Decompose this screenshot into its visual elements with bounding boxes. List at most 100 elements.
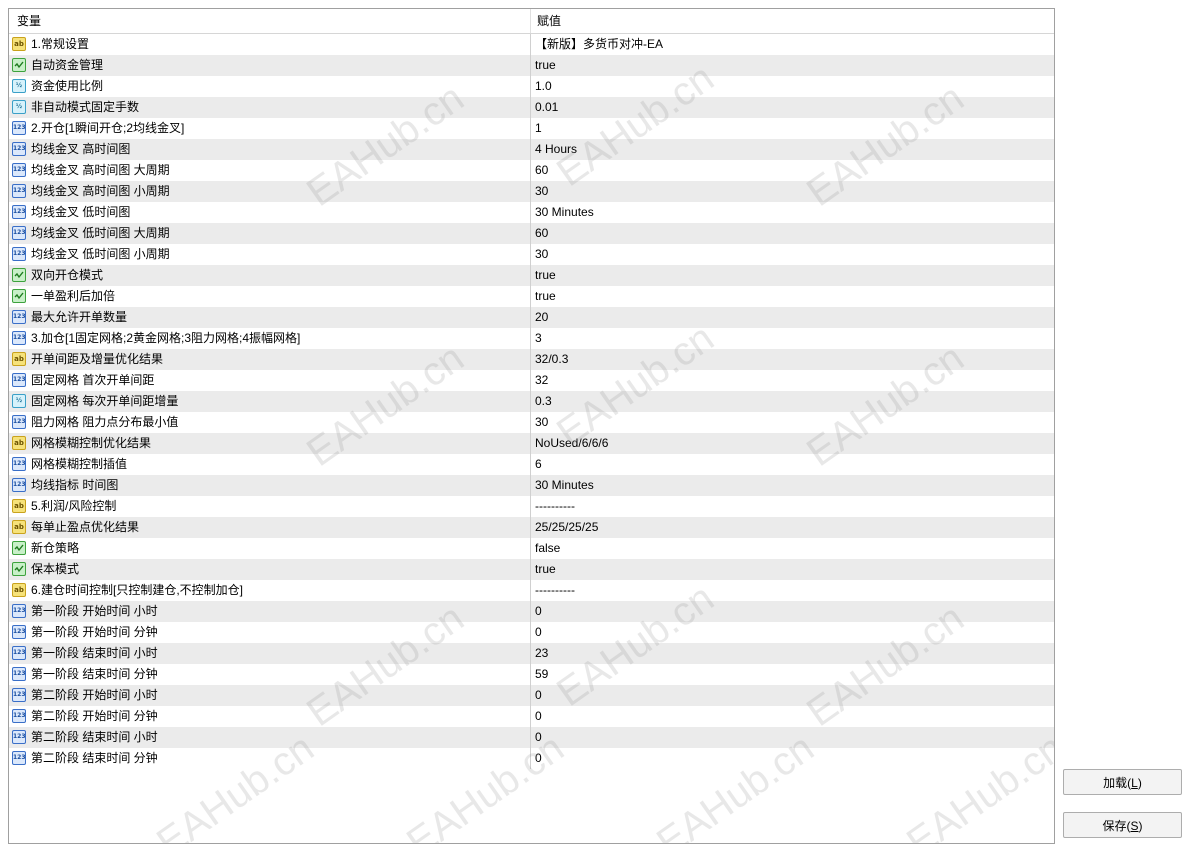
table-row[interactable]: 123 均线金叉 高时间图 小周期 30 xyxy=(9,181,1054,202)
value-cell[interactable]: 30 Minutes xyxy=(535,475,594,496)
value-cell[interactable]: 6 xyxy=(535,454,542,475)
variable-cell[interactable]: 123 第一阶段 结束时间 小时 xyxy=(9,643,531,664)
variable-cell[interactable]: ab 1.常规设置 xyxy=(9,34,531,55)
table-row[interactable]: 123 3.加仓[1固定网格;2黄金网格;3阻力网格;4振幅网格] 3 xyxy=(9,328,1054,349)
value-cell[interactable]: 【新版】多货币对冲-EA xyxy=(535,34,663,55)
value-cell[interactable]: true xyxy=(535,286,556,307)
table-row[interactable]: 123 第二阶段 结束时间 分钟 0 xyxy=(9,748,1054,769)
value-cell[interactable]: true xyxy=(535,55,556,76)
value-cell[interactable]: 0.01 xyxy=(535,97,558,118)
value-cell[interactable]: 0 xyxy=(535,748,542,769)
value-cell[interactable]: true xyxy=(535,559,556,580)
variable-cell[interactable]: 新仓策略 xyxy=(9,538,531,559)
table-row[interactable]: 123 第一阶段 开始时间 小时 0 xyxy=(9,601,1054,622)
table-row[interactable]: 新仓策略 false xyxy=(9,538,1054,559)
value-cell[interactable]: true xyxy=(535,265,556,286)
table-row[interactable]: 123 固定网格 首次开单间距 32 xyxy=(9,370,1054,391)
variable-cell[interactable]: 123 2.开仓[1瞬间开仓;2均线金叉] xyxy=(9,118,531,139)
table-row[interactable]: 123 均线金叉 低时间图 小周期 30 xyxy=(9,244,1054,265)
variable-cell[interactable]: ½ 非自动模式固定手数 xyxy=(9,97,531,118)
value-cell[interactable]: 0 xyxy=(535,685,542,706)
table-row[interactable]: ab 1.常规设置 【新版】多货币对冲-EA xyxy=(9,34,1054,55)
variable-cell[interactable]: 123 第二阶段 开始时间 小时 xyxy=(9,685,531,706)
variable-cell[interactable]: 123 均线金叉 低时间图 小周期 xyxy=(9,244,531,265)
table-row[interactable]: ab 6.建仓时间控制[只控制建仓,不控制加仓] ---------- xyxy=(9,580,1054,601)
variable-cell[interactable]: 123 阻力网格 阻力点分布最小值 xyxy=(9,412,531,433)
value-cell[interactable]: ---------- xyxy=(535,496,575,517)
value-cell[interactable]: 3 xyxy=(535,328,542,349)
variable-cell[interactable]: 123 均线指标 时间图 xyxy=(9,475,531,496)
variable-cell[interactable]: 保本模式 xyxy=(9,559,531,580)
table-row[interactable]: 一单盈利后加倍 true xyxy=(9,286,1054,307)
value-cell[interactable]: 32 xyxy=(535,370,548,391)
value-cell[interactable]: 0.3 xyxy=(535,391,552,412)
variable-cell[interactable]: 自动资金管理 xyxy=(9,55,531,76)
table-row[interactable]: 123 均线指标 时间图 30 Minutes xyxy=(9,475,1054,496)
table-row[interactable]: 123 第二阶段 开始时间 小时 0 xyxy=(9,685,1054,706)
variable-cell[interactable]: 一单盈利后加倍 xyxy=(9,286,531,307)
variable-cell[interactable]: 123 第一阶段 结束时间 分钟 xyxy=(9,664,531,685)
table-row[interactable]: 123 第一阶段 结束时间 分钟 59 xyxy=(9,664,1054,685)
save-button[interactable]: 保存(S) xyxy=(1063,812,1182,838)
table-row[interactable]: 123 第一阶段 开始时间 分钟 0 xyxy=(9,622,1054,643)
table-row[interactable]: ab 5.利润/风险控制 ---------- xyxy=(9,496,1054,517)
variable-cell[interactable]: 123 第一阶段 开始时间 分钟 xyxy=(9,622,531,643)
variable-cell[interactable]: 123 均线金叉 低时间图 大周期 xyxy=(9,223,531,244)
value-cell[interactable]: 30 Minutes xyxy=(535,202,594,223)
table-row[interactable]: 123 第二阶段 结束时间 小时 0 xyxy=(9,727,1054,748)
value-cell[interactable]: 30 xyxy=(535,412,548,433)
variable-cell[interactable]: 123 3.加仓[1固定网格;2黄金网格;3阻力网格;4振幅网格] xyxy=(9,328,531,349)
table-row[interactable]: 123 第二阶段 开始时间 分钟 0 xyxy=(9,706,1054,727)
value-cell[interactable]: 60 xyxy=(535,160,548,181)
table-row[interactable]: 123 第一阶段 结束时间 小时 23 xyxy=(9,643,1054,664)
table-row[interactable]: 123 最大允许开单数量 20 xyxy=(9,307,1054,328)
variable-cell[interactable]: 双向开仓模式 xyxy=(9,265,531,286)
variable-cell[interactable]: 123 均线金叉 高时间图 xyxy=(9,139,531,160)
table-row[interactable]: ½ 非自动模式固定手数 0.01 xyxy=(9,97,1054,118)
table-row[interactable]: 双向开仓模式 true xyxy=(9,265,1054,286)
variable-cell[interactable]: 123 最大允许开单数量 xyxy=(9,307,531,328)
variable-cell[interactable]: ab 6.建仓时间控制[只控制建仓,不控制加仓] xyxy=(9,580,531,601)
value-cell[interactable]: 30 xyxy=(535,181,548,202)
table-row[interactable]: ½ 固定网格 每次开单间距增量 0.3 xyxy=(9,391,1054,412)
variable-cell[interactable]: 123 固定网格 首次开单间距 xyxy=(9,370,531,391)
value-cell[interactable]: ---------- xyxy=(535,580,575,601)
value-cell[interactable]: 0 xyxy=(535,622,542,643)
table-row[interactable]: ½ 资金使用比例 1.0 xyxy=(9,76,1054,97)
variable-cell[interactable]: 123 第一阶段 开始时间 小时 xyxy=(9,601,531,622)
table-row[interactable]: ab 网格模糊控制优化结果 NoUsed/6/6/6 xyxy=(9,433,1054,454)
table-row[interactable]: 123 均线金叉 低时间图 30 Minutes xyxy=(9,202,1054,223)
variable-cell[interactable]: 123 第二阶段 开始时间 分钟 xyxy=(9,706,531,727)
table-row[interactable]: 123 网格模糊控制插值 6 xyxy=(9,454,1054,475)
variable-cell[interactable]: ab 5.利润/风险控制 xyxy=(9,496,531,517)
value-cell[interactable]: 59 xyxy=(535,664,548,685)
value-cell[interactable]: 1 xyxy=(535,118,542,139)
variable-cell[interactable]: 123 第二阶段 结束时间 分钟 xyxy=(9,748,531,769)
value-cell[interactable]: NoUsed/6/6/6 xyxy=(535,433,608,454)
variable-cell[interactable]: ½ 固定网格 每次开单间距增量 xyxy=(9,391,531,412)
table-row[interactable]: 自动资金管理 true xyxy=(9,55,1054,76)
variable-cell[interactable]: 123 第二阶段 结束时间 小时 xyxy=(9,727,531,748)
value-cell[interactable]: 1.0 xyxy=(535,76,552,97)
value-cell[interactable]: 20 xyxy=(535,307,548,328)
value-cell[interactable]: 32/0.3 xyxy=(535,349,568,370)
value-cell[interactable]: 0 xyxy=(535,727,542,748)
table-row[interactable]: 123 均线金叉 高时间图 4 Hours xyxy=(9,139,1054,160)
table-row[interactable]: 123 均线金叉 低时间图 大周期 60 xyxy=(9,223,1054,244)
table-row[interactable]: 123 2.开仓[1瞬间开仓;2均线金叉] 1 xyxy=(9,118,1054,139)
value-cell[interactable]: 0 xyxy=(535,706,542,727)
load-button[interactable]: 加载(L) xyxy=(1063,769,1182,795)
variable-cell[interactable]: 123 均线金叉 低时间图 xyxy=(9,202,531,223)
table-row[interactable]: 123 均线金叉 高时间图 大周期 60 xyxy=(9,160,1054,181)
column-header-value[interactable]: 赋值 xyxy=(531,9,1054,33)
value-cell[interactable]: false xyxy=(535,538,560,559)
table-row[interactable]: ab 开单间距及增量优化结果 32/0.3 xyxy=(9,349,1054,370)
value-cell[interactable]: 23 xyxy=(535,643,548,664)
variable-cell[interactable]: ab 开单间距及增量优化结果 xyxy=(9,349,531,370)
value-cell[interactable]: 30 xyxy=(535,244,548,265)
variable-cell[interactable]: ab 网格模糊控制优化结果 xyxy=(9,433,531,454)
column-header-variable[interactable]: 变量 xyxy=(9,9,531,33)
table-row[interactable]: 保本模式 true xyxy=(9,559,1054,580)
value-cell[interactable]: 0 xyxy=(535,601,542,622)
value-cell[interactable]: 4 Hours xyxy=(535,139,577,160)
